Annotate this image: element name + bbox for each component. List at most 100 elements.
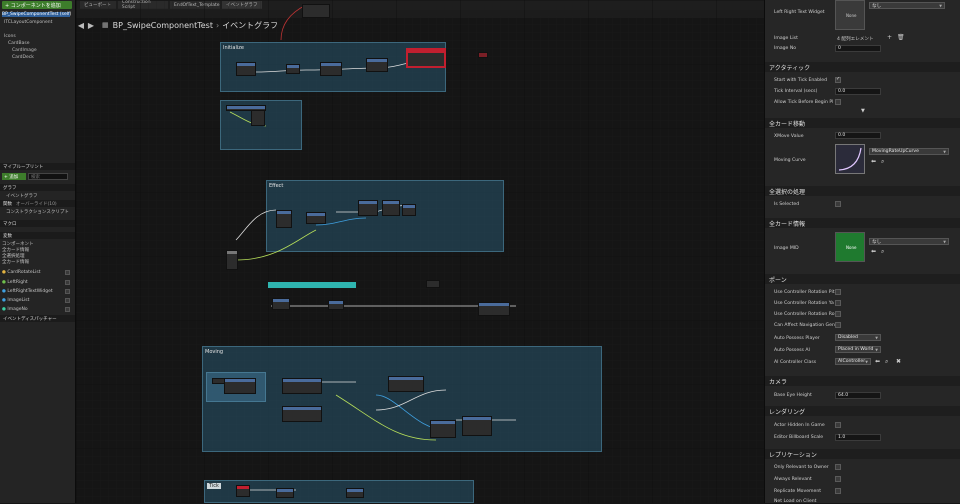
component-self[interactable]: BP_SwipeComponentTest (self): [2, 12, 71, 17]
pawn-checkbox[interactable]: [835, 300, 841, 306]
graph-node[interactable]: [478, 302, 510, 316]
pawn-checkbox[interactable]: [835, 322, 841, 328]
section-pawn[interactable]: ポーン: [765, 274, 960, 284]
variable-item[interactable]: ● LeftRightTextWidget: [2, 288, 72, 295]
graph-node[interactable]: [302, 4, 330, 18]
replication-checkbox[interactable]: [835, 464, 841, 470]
section-camera[interactable]: カメラ: [765, 376, 960, 386]
section-actor-tick[interactable]: アクタティック: [765, 62, 960, 72]
graph-node[interactable]: [236, 62, 256, 76]
left-right-text-widget-select[interactable]: なし: [869, 2, 945, 9]
visibility-icon[interactable]: [65, 298, 70, 303]
variable-item[interactable]: ● ImageNo: [2, 306, 72, 313]
tick-interval-field[interactable]: 0.0: [835, 88, 881, 95]
graph-node[interactable]: [478, 52, 488, 58]
allow-tick-checkbox[interactable]: [835, 99, 841, 105]
replication-checkbox[interactable]: [835, 476, 841, 482]
section-card-move[interactable]: 全カード移動: [765, 118, 960, 128]
variable-item[interactable]: ● CardRotateList: [2, 269, 72, 276]
use-selected-icon[interactable]: ⬅: [871, 158, 876, 165]
variable-item[interactable]: ● ImageList: [2, 297, 72, 304]
add-button[interactable]: + 追加: [2, 173, 26, 180]
auto-possess-player-select[interactable]: Disabled: [835, 334, 881, 341]
curve-thumbnail[interactable]: [835, 144, 865, 174]
billboard-scale-field[interactable]: 1.0: [835, 434, 881, 441]
graph-node[interactable]: [320, 62, 342, 76]
use-selected-icon[interactable]: ⬅: [871, 248, 876, 255]
graph-node[interactable]: [226, 250, 238, 270]
trash-icon[interactable]: 🗑: [897, 34, 905, 41]
replication-checkbox[interactable]: [835, 488, 841, 494]
graph-node[interactable]: [276, 488, 294, 498]
graph-node[interactable]: [282, 406, 322, 422]
forward-button[interactable]: ▶: [86, 20, 96, 30]
variable-group[interactable]: 全カード情報: [2, 258, 72, 265]
graph-node[interactable]: [328, 300, 344, 310]
browse-icon[interactable]: ⌕: [881, 248, 884, 256]
visibility-icon[interactable]: [65, 289, 70, 294]
image-no-field[interactable]: 0: [835, 45, 881, 52]
add-element-icon[interactable]: +: [887, 34, 892, 41]
component-item[interactable]: CardDeck: [12, 55, 34, 60]
section-graph[interactable]: グラフ: [0, 184, 75, 191]
section-rendering[interactable]: レンダリング: [765, 406, 960, 416]
component-item[interactable]: CardBase: [8, 41, 30, 46]
section-macros[interactable]: マクロ: [0, 220, 75, 227]
section-replication[interactable]: レプリケーション: [765, 449, 960, 459]
section-functions[interactable]: 関数 オーバーライド(10): [0, 200, 75, 207]
graph-node[interactable]: [282, 378, 322, 394]
expand-icon[interactable]: ▼: [861, 108, 865, 114]
base-eye-height-field[interactable]: 64.0: [835, 392, 881, 399]
variable-item[interactable]: ● LeftRight: [2, 279, 72, 286]
event-graph-canvas[interactable]: Initialize Effect Moving Tick: [76, 0, 764, 503]
component-item[interactable]: ITCLayoutComponent: [4, 20, 52, 25]
graph-node[interactable]: [366, 58, 388, 72]
breadcrumb-blueprint[interactable]: BP_SwipeComponentTest: [113, 21, 213, 30]
clear-icon[interactable]: ✖: [896, 358, 901, 365]
section-dispatchers[interactable]: イベントディスパッチャー: [0, 315, 75, 322]
graph-node[interactable]: [251, 110, 265, 126]
image-mid-select[interactable]: なし: [869, 238, 949, 245]
component-item[interactable]: Icons: [4, 34, 16, 39]
graph-node[interactable]: [430, 420, 456, 438]
breadcrumb-graph[interactable]: イベントグラフ: [222, 20, 278, 31]
ai-controller-class-select[interactable]: AIController: [835, 358, 871, 365]
start-tick-checkbox[interactable]: [835, 76, 841, 83]
pawn-checkbox[interactable]: [835, 289, 841, 295]
section-variables[interactable]: 変数: [0, 232, 75, 239]
graph-node[interactable]: [426, 280, 440, 288]
section-card-info[interactable]: 全カード情報: [765, 218, 960, 228]
is-selected-checkbox[interactable]: [835, 201, 841, 207]
thumbnail-none[interactable]: None: [835, 0, 865, 30]
graph-node[interactable]: [236, 485, 250, 497]
moving-curve-select[interactable]: MovingRateUpCurve: [869, 148, 949, 155]
graph-node[interactable]: [388, 376, 424, 392]
pawn-checkbox[interactable]: [835, 311, 841, 317]
image-mid-thumbnail[interactable]: None: [835, 232, 865, 262]
browse-icon[interactable]: ⌕: [885, 358, 888, 366]
browse-icon[interactable]: ⌕: [881, 158, 884, 166]
actor-hidden-checkbox[interactable]: [835, 422, 841, 428]
visibility-icon[interactable]: [65, 307, 70, 312]
graph-node[interactable]: [382, 200, 400, 216]
xmove-value-field[interactable]: 0.0: [835, 132, 881, 139]
graph-item[interactable]: イベントグラフ: [6, 192, 76, 199]
graph-node[interactable]: [306, 212, 326, 224]
use-selected-icon[interactable]: ⬅: [875, 358, 880, 365]
function-item[interactable]: コンストラクションスクリプト: [6, 208, 76, 215]
back-button[interactable]: ◀: [76, 20, 86, 30]
visibility-icon[interactable]: [65, 270, 70, 275]
section-selection[interactable]: 全選択の処理: [765, 186, 960, 196]
graph-node[interactable]: [286, 64, 300, 74]
graph-node-error[interactable]: [406, 48, 446, 68]
visibility-icon[interactable]: [65, 280, 70, 285]
auto-possess-ai-select[interactable]: Placed in World: [835, 346, 881, 353]
graph-node[interactable]: [272, 298, 290, 310]
graph-node[interactable]: [346, 488, 364, 498]
graph-node[interactable]: [358, 200, 378, 216]
search-input[interactable]: [28, 173, 68, 180]
graph-node[interactable]: [462, 416, 492, 436]
add-component-button[interactable]: + コンポーネントを追加: [2, 1, 72, 9]
component-item[interactable]: CardImage: [12, 48, 37, 53]
graph-node[interactable]: [224, 378, 256, 394]
